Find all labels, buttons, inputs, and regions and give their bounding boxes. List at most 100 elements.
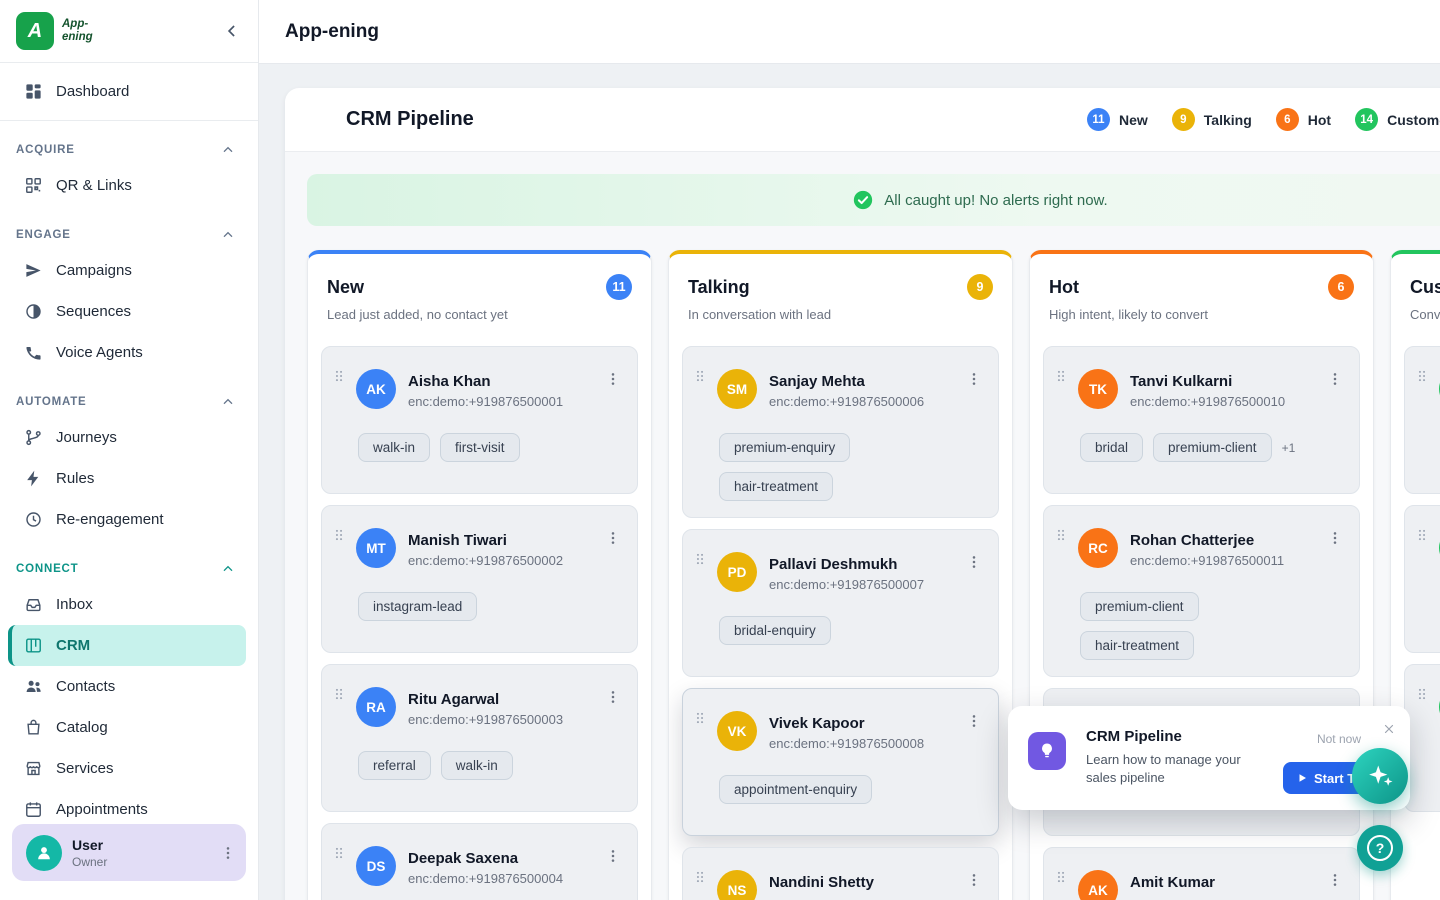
- lead-name: Pallavi Deshmukh: [769, 556, 966, 573]
- avatar: NS: [717, 870, 757, 900]
- sidebar: A App-ening Dashboard ACQUIRE QR & Links…: [0, 0, 259, 900]
- lead-card[interactable]: NS Nandini Shetty: [682, 847, 999, 900]
- drag-handle-icon[interactable]: [332, 524, 346, 546]
- lead-card[interactable]: MT Manish Tiwari enc:demo:+919876500002: [321, 505, 638, 653]
- drag-handle-icon[interactable]: [1054, 365, 1068, 387]
- user-card[interactable]: User Owner: [12, 824, 246, 881]
- kebab-menu-icon[interactable]: [966, 872, 982, 888]
- sidebar-item-qr-links[interactable]: QR & Links: [0, 165, 258, 206]
- stage-label: Talking: [1204, 112, 1252, 128]
- tag-list: referral walk-in: [358, 751, 597, 780]
- drag-handle-icon[interactable]: [693, 707, 707, 729]
- kebab-menu-icon[interactable]: [605, 848, 621, 864]
- sidebar-item-label: Inbox: [56, 596, 93, 613]
- lead-card[interactable]: AK Amit Kumar: [1043, 847, 1360, 900]
- lead-name: Ritu Agarwal: [408, 691, 605, 708]
- avatar: DS: [356, 846, 396, 886]
- stage-hot: 6 Hot: [1276, 108, 1331, 131]
- section-title-label: AUTOMATE: [16, 396, 87, 408]
- logo-text: App-ening: [62, 18, 102, 43]
- drag-handle-icon[interactable]: [1054, 524, 1068, 546]
- lead-card[interactable]: VK Vivek Kapoor enc:demo:+919876500008: [682, 688, 999, 836]
- drag-handle-icon[interactable]: [1415, 524, 1429, 546]
- kebab-menu-icon[interactable]: [1327, 872, 1343, 888]
- lead-card[interactable]: TK Tanvi Kulkarni enc:demo:+919876500010: [1043, 346, 1360, 494]
- kebab-menu-icon[interactable]: [605, 689, 621, 705]
- clock-icon: [24, 510, 43, 529]
- lead-card[interactable]: SM Sanjay Mehta enc:demo:+919876500006: [682, 346, 999, 518]
- user-kebab-icon[interactable]: [220, 845, 236, 861]
- section-connect[interactable]: CONNECT: [0, 554, 258, 584]
- stage-label: Customer: [1387, 112, 1440, 128]
- not-now-link[interactable]: Not now: [1317, 732, 1361, 746]
- section-title-label: ACQUIRE: [16, 144, 75, 156]
- kebab-menu-icon[interactable]: [1327, 371, 1343, 387]
- lead-card[interactable]: AK Aisha Khan enc:demo:+919876500001: [321, 346, 638, 494]
- column-title: Talking: [688, 277, 750, 298]
- sidebar-collapse-icon[interactable]: [222, 21, 242, 41]
- chevron-up-icon: [220, 561, 236, 577]
- sidebar-item-crm[interactable]: CRM: [8, 625, 246, 666]
- stage-label: Hot: [1308, 112, 1331, 128]
- drag-handle-icon[interactable]: [1415, 365, 1429, 387]
- sidebar-item-re-engagement[interactable]: Re-engagement: [0, 499, 258, 540]
- kebab-menu-icon[interactable]: [605, 530, 621, 546]
- drag-handle-icon[interactable]: [1054, 866, 1068, 888]
- section-automate[interactable]: AUTOMATE: [0, 387, 258, 417]
- kebab-menu-icon[interactable]: [605, 371, 621, 387]
- drag-handle-icon[interactable]: [332, 683, 346, 705]
- column-subtitle: High intent, likely to convert: [1049, 307, 1354, 346]
- qr-icon: [24, 176, 43, 195]
- close-icon[interactable]: [1382, 722, 1396, 736]
- sidebar-item-services[interactable]: Services: [0, 748, 258, 789]
- lead-card[interactable]: [1404, 346, 1440, 494]
- lead-card[interactable]: PD Pallavi Deshmukh enc:demo:+9198765000…: [682, 529, 999, 677]
- kebab-menu-icon[interactable]: [966, 713, 982, 729]
- sidebar-item-inbox[interactable]: Inbox: [0, 584, 258, 625]
- user-role: Owner: [72, 855, 107, 869]
- column-title: New: [327, 277, 364, 298]
- calendar-icon: [24, 800, 43, 819]
- sidebar-item-voice-agents[interactable]: Voice Agents: [0, 332, 258, 373]
- section-engage[interactable]: ENGAGE: [0, 220, 258, 250]
- drag-handle-icon[interactable]: [693, 365, 707, 387]
- help-fab[interactable]: ?: [1357, 825, 1403, 871]
- sidebar-item-campaigns[interactable]: Campaigns: [0, 250, 258, 291]
- chevron-up-icon: [220, 227, 236, 243]
- kebab-menu-icon[interactable]: [966, 371, 982, 387]
- alert-message: All caught up! No alerts right now.: [884, 192, 1107, 209]
- tag: instagram-lead: [358, 592, 477, 621]
- lead-card[interactable]: DS Deepak Saxena enc:demo:+919876500004: [321, 823, 638, 900]
- drag-handle-icon[interactable]: [693, 866, 707, 888]
- drag-handle-icon[interactable]: [693, 548, 707, 570]
- drag-handle-icon[interactable]: [1415, 683, 1429, 705]
- lightbulb-icon: [1028, 732, 1066, 770]
- lead-card[interactable]: RC Rohan Chatterjee enc:demo:+9198765000…: [1043, 505, 1360, 677]
- sidebar-item-contacts[interactable]: Contacts: [0, 666, 258, 707]
- phone-icon: [24, 343, 43, 362]
- lead-contact: enc:demo:+919876500006: [769, 394, 966, 409]
- ai-assistant-fab[interactable]: [1352, 748, 1408, 804]
- sidebar-item-rules[interactable]: Rules: [0, 458, 258, 499]
- avatar: RA: [356, 687, 396, 727]
- sidebar-item-label: Contacts: [56, 678, 115, 695]
- section-title-label: ENGAGE: [16, 229, 71, 241]
- drag-handle-icon[interactable]: [332, 365, 346, 387]
- lead-name: Sanjay Mehta: [769, 373, 966, 390]
- sidebar-item-sequences[interactable]: Sequences: [0, 291, 258, 332]
- kebab-menu-icon[interactable]: [966, 554, 982, 570]
- lead-contact: enc:demo:+919876500007: [769, 577, 966, 592]
- lead-card[interactable]: [1404, 505, 1440, 653]
- drag-handle-icon[interactable]: [332, 842, 346, 864]
- sidebar-item-journeys[interactable]: Journeys: [0, 417, 258, 458]
- tag-list: walk-in first-visit: [358, 433, 597, 462]
- sidebar-item-label: Dashboard: [56, 83, 129, 100]
- lead-card[interactable]: RA Ritu Agarwal enc:demo:+919876500003: [321, 664, 638, 812]
- sidebar-item-dashboard[interactable]: Dashboard: [0, 71, 258, 112]
- section-acquire[interactable]: ACQUIRE: [0, 135, 258, 165]
- lead-contact: enc:demo:+919876500002: [408, 553, 605, 568]
- sidebar-item-catalog[interactable]: Catalog: [0, 707, 258, 748]
- column-header: New 11 Lead just added, no contact yet: [308, 254, 651, 346]
- kebab-menu-icon[interactable]: [1327, 530, 1343, 546]
- stage-talking: 9 Talking: [1172, 108, 1252, 131]
